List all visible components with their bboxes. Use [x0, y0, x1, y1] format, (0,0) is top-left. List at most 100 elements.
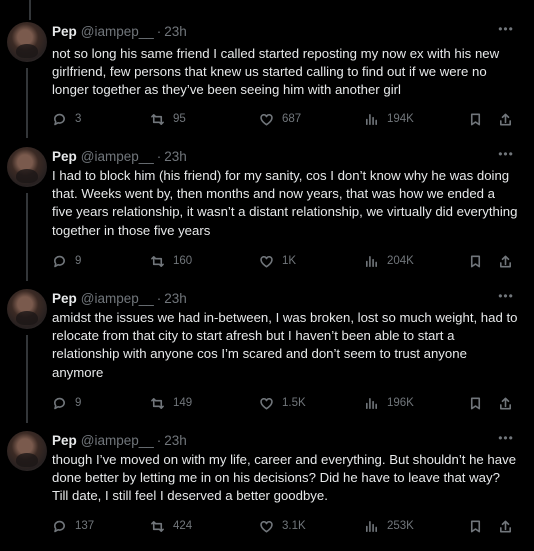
repost-button[interactable]: 149	[150, 394, 192, 412]
reply-icon	[54, 255, 65, 267]
like-icon	[260, 113, 273, 125]
like-count: 687	[282, 113, 302, 125]
repost-icon	[151, 255, 164, 267]
share-icon	[500, 397, 511, 409]
tweet-header: Pep @iampep__ · 23h	[52, 147, 187, 165]
user-handle[interactable]: @iampep__	[81, 291, 154, 306]
bookmark-button[interactable]	[468, 394, 483, 412]
like-count: 3.1K	[282, 520, 306, 532]
like-button[interactable]: 1.5K	[259, 394, 306, 412]
separator-dot: ·	[156, 148, 162, 164]
reply-button[interactable]: 9	[52, 394, 81, 412]
tweet-text: I had to block him (his friend) for my s…	[52, 168, 518, 238]
share-button[interactable]	[498, 517, 513, 535]
like-button[interactable]: 1K	[259, 252, 296, 270]
tweet-actions: 3 95 687 194K	[52, 110, 522, 128]
repost-count: 149	[173, 397, 193, 409]
tweet-header: Pep @iampep__ · 23h	[52, 289, 187, 307]
tweet-text: not so long his same friend I called sta…	[52, 46, 500, 98]
display-name[interactable]: Pep	[52, 433, 77, 448]
display-name[interactable]: Pep	[52, 24, 77, 39]
like-count: 1.5K	[282, 397, 306, 409]
share-icon	[500, 255, 511, 267]
bookmark-button[interactable]	[468, 110, 483, 128]
like-icon	[260, 397, 273, 409]
tweet-actions: 137 424 3.1K 253K	[52, 517, 522, 535]
avatar[interactable]	[7, 289, 47, 329]
views-count: 196K	[387, 397, 414, 409]
user-handle[interactable]: @iampep__	[81, 149, 154, 164]
bookmark-icon	[470, 397, 481, 409]
reply-icon	[54, 520, 65, 532]
user-handle[interactable]: @iampep__	[81, 24, 154, 39]
more-icon[interactable]: •••	[498, 148, 514, 163]
repost-icon	[151, 520, 164, 532]
reply-count: 9	[75, 255, 82, 267]
bookmark-button[interactable]	[468, 252, 483, 270]
timestamp[interactable]: 23h	[164, 149, 187, 164]
views-count: 204K	[387, 255, 414, 267]
like-icon	[260, 255, 273, 267]
tweet-text: amidst the issues we had in-between, I w…	[52, 310, 518, 380]
repost-button[interactable]: 424	[150, 517, 192, 535]
like-button[interactable]: 3.1K	[259, 517, 306, 535]
thread-line	[26, 335, 28, 423]
user-handle[interactable]: @iampep__	[81, 433, 154, 448]
share-button[interactable]	[498, 110, 513, 128]
repost-button[interactable]: 160	[150, 252, 192, 270]
reply-button[interactable]: 137	[52, 517, 94, 535]
bookmark-icon	[470, 255, 481, 267]
tweet-thread: Pep @iampep__ · 23h ••• not so long his …	[0, 0, 534, 551]
display-name[interactable]: Pep	[52, 149, 77, 164]
repost-button[interactable]: 95	[150, 110, 186, 128]
more-icon[interactable]: •••	[498, 290, 514, 305]
like-count: 1K	[282, 255, 297, 267]
separator-dot: ·	[156, 290, 162, 306]
views-button[interactable]: 204K	[364, 252, 414, 270]
reply-icon	[54, 113, 65, 125]
reply-button[interactable]: 9	[52, 252, 81, 270]
views-count: 194K	[387, 113, 414, 125]
views-icon	[366, 113, 377, 125]
repost-icon	[151, 397, 164, 409]
display-name[interactable]: Pep	[52, 291, 77, 306]
views-button[interactable]: 194K	[364, 110, 414, 128]
tweet-text: though I’ve moved on with my life, caree…	[52, 452, 517, 504]
timestamp[interactable]: 23h	[164, 291, 187, 306]
views-count: 253K	[387, 520, 414, 532]
like-button[interactable]: 687	[259, 110, 301, 128]
thread-connector-line	[29, 0, 31, 20]
reply-count: 3	[75, 113, 82, 125]
repost-count: 160	[173, 255, 193, 267]
tweet-actions: 9 149 1.5K 196K	[52, 394, 522, 412]
reply-icon	[54, 397, 65, 409]
repost-count: 95	[173, 113, 186, 125]
tweet-header: Pep @iampep__ · 23h	[52, 22, 187, 40]
share-icon	[500, 520, 511, 532]
reply-button[interactable]: 3	[52, 110, 81, 128]
bookmark-button[interactable]	[468, 517, 483, 535]
timestamp[interactable]: 23h	[164, 24, 187, 39]
reply-count: 137	[75, 520, 95, 532]
views-icon	[366, 397, 377, 409]
tweet-actions: 9 160 1K 204K	[52, 252, 522, 270]
avatar[interactable]	[7, 431, 47, 471]
timestamp[interactable]: 23h	[164, 433, 187, 448]
share-button[interactable]	[498, 252, 513, 270]
separator-dot: ·	[156, 23, 162, 39]
bookmark-icon	[470, 520, 481, 532]
repost-count: 424	[173, 520, 193, 532]
avatar[interactable]	[7, 147, 47, 187]
thread-line	[26, 193, 28, 281]
more-icon[interactable]: •••	[498, 432, 514, 447]
reply-count: 9	[75, 397, 82, 409]
share-button[interactable]	[498, 394, 513, 412]
separator-dot: ·	[156, 432, 162, 448]
views-icon	[366, 520, 377, 532]
like-icon	[260, 520, 273, 532]
views-button[interactable]: 253K	[364, 517, 414, 535]
thread-line	[26, 68, 28, 138]
views-button[interactable]: 196K	[364, 394, 414, 412]
avatar[interactable]	[7, 22, 47, 62]
more-icon[interactable]: •••	[498, 23, 514, 38]
